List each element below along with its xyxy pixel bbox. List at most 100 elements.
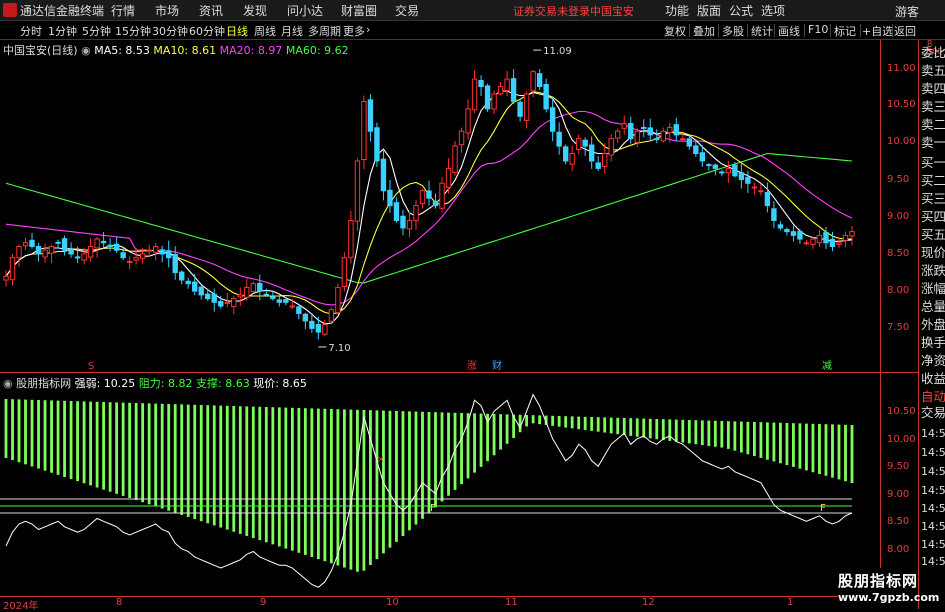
indicator-bar [277, 407, 281, 547]
candle-body [667, 126, 673, 134]
side-panel-item: 涨跌 [921, 263, 945, 278]
ma60-line [5, 152, 853, 284]
candle-body [738, 172, 745, 181]
candle-body [400, 215, 406, 229]
menu-jiaoyi[interactable]: 交易 [395, 2, 419, 19]
candle-body [133, 257, 139, 261]
period-toolbar: 分时 1分钟 5分钟 15分钟 30分钟 60分钟 日线 周线 月线 多周期 更… [0, 21, 945, 40]
date-tick: 1 [787, 597, 794, 608]
event-marker[interactable]: S [88, 361, 94, 372]
candle-body [810, 238, 816, 245]
candle-body [309, 320, 315, 329]
btn-tongji[interactable]: 统计 [751, 23, 773, 39]
side-panel-item: 卖二 [921, 117, 945, 132]
indicator-bar [329, 409, 333, 564]
side-panel-item[interactable]: 交易 [921, 404, 945, 422]
btn-fuquan[interactable]: 复权 [664, 23, 686, 39]
period-weekly[interactable]: 周线 [254, 23, 276, 39]
candle-body [816, 234, 823, 244]
candle-body [35, 246, 42, 255]
kline-chart[interactable]: 11.09 7.10 S 涨 财 减 [0, 40, 880, 372]
divider [830, 24, 831, 37]
chevron-right-icon[interactable]: › [366, 23, 370, 36]
indicator-bar [95, 401, 99, 488]
menu-caifuquan[interactable]: 财富圈 [341, 2, 377, 19]
axis-tick: 10.50 [887, 406, 916, 417]
axis-tick: 11.00 [887, 63, 916, 74]
indicator-chart[interactable]: F F × [0, 373, 880, 595]
menu-shichang[interactable]: 市场 [155, 2, 179, 19]
side-panel-item: 14:56 [921, 427, 945, 440]
menu-xuanxiang[interactable]: 选项 [761, 2, 785, 19]
watermark-title: 股朋指标网 [838, 572, 919, 590]
period-1min[interactable]: 1分钟 [48, 23, 77, 39]
indicator-bar [37, 400, 40, 469]
period-monthly[interactable]: 月线 [281, 23, 303, 39]
menu-wenxiaoda[interactable]: 问小达 [287, 2, 323, 19]
btn-biaoji[interactable]: 标记 [834, 23, 856, 39]
btn-diejia[interactable]: 叠加 [693, 23, 715, 39]
indicator-bar [388, 410, 392, 548]
indicator-bar [11, 399, 14, 461]
side-panel-item: 涨幅 [921, 281, 945, 296]
candle-body [276, 299, 283, 303]
settings-icon[interactable]: ◉ [81, 44, 91, 57]
support-label: 支撑: 8.63 [196, 377, 250, 390]
candle-body [107, 244, 113, 248]
candle-body [179, 271, 185, 281]
period-multi[interactable]: 多周期 [308, 23, 341, 39]
period-30min[interactable]: 30分钟 [152, 23, 188, 39]
indicator-bar [694, 420, 698, 445]
candle-body [660, 130, 666, 142]
candle-body [725, 167, 732, 174]
indicator-bar [681, 419, 685, 443]
period-daily[interactable]: 日线 [226, 23, 248, 39]
event-marker[interactable]: 财 [492, 359, 502, 372]
indicator-bar [674, 419, 678, 442]
period-15min[interactable]: 15分钟 [115, 23, 151, 39]
candle-body [712, 164, 719, 169]
candle-body [536, 73, 543, 88]
period-more[interactable]: 更多 [343, 23, 365, 39]
btn-add-watch[interactable]: +自选 [862, 23, 893, 39]
menu-zixun[interactable]: 资讯 [199, 2, 223, 19]
period-60min[interactable]: 60分钟 [189, 23, 225, 39]
event-marker[interactable]: 涨 [467, 360, 477, 372]
menu-hangqing[interactable]: 行情 [111, 2, 135, 19]
guest-button[interactable]: 游客 [895, 3, 919, 20]
candle-body [562, 146, 569, 162]
candle-body [159, 249, 165, 255]
candle-body [374, 127, 380, 162]
indicator-bar [850, 425, 854, 483]
candle-body [849, 231, 855, 237]
btn-back[interactable]: 返回 [894, 23, 916, 39]
indicator-bar [700, 420, 704, 446]
indicator-bar [837, 424, 841, 480]
menu-banmian[interactable]: 版面 [697, 2, 721, 19]
indicator-bar [759, 422, 763, 458]
btn-f10[interactable]: F10 [808, 23, 828, 36]
btn-duogu[interactable]: 多股 [722, 23, 744, 39]
btn-huaxian[interactable]: 画线 [778, 23, 800, 39]
settings-icon[interactable]: ◉ [3, 377, 13, 390]
indicator-bar [479, 413, 483, 467]
divider [804, 24, 805, 37]
menu-gongshi[interactable]: 公式 [729, 2, 753, 19]
candle-body [16, 246, 22, 259]
candle-body [543, 83, 549, 110]
candle-body [126, 260, 133, 263]
signal-marker: F [820, 503, 826, 514]
period-fenshi[interactable]: 分时 [20, 23, 42, 39]
indicator-bar [63, 400, 66, 477]
indicator-bar [609, 417, 613, 434]
candle-body [322, 324, 328, 335]
period-5min[interactable]: 5分钟 [82, 23, 111, 39]
menu-gongneng[interactable]: 功能 [665, 2, 689, 19]
candle-body [504, 78, 510, 91]
event-marker[interactable]: 减 [822, 360, 832, 372]
menu-faxian[interactable]: 发现 [243, 2, 267, 19]
login-notice[interactable]: 证券交易未登录 [513, 3, 590, 19]
candle-body [797, 230, 803, 240]
candle-body [367, 99, 374, 132]
divider [892, 24, 893, 37]
